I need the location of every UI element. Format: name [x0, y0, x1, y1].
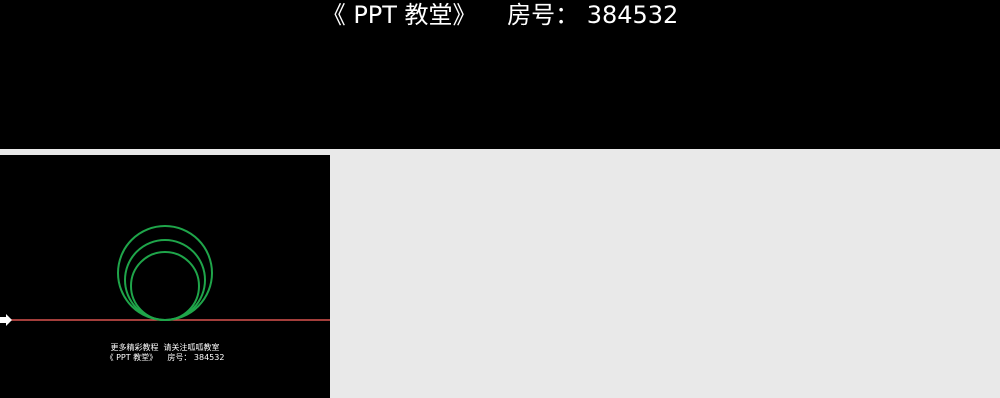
slide-thumbnail[interactable]: 更多精彩教程 请关注呱呱教室 《 PPT 教堂》 房号： 384532: [0, 155, 330, 398]
circle-small: [130, 251, 200, 321]
slide-caption-line-2: 《 PPT 教堂》 房号： 384532: [105, 353, 225, 362]
banner-title: 《 PPT 教堂》 房号： 384532: [321, 1, 679, 29]
slide-caption-line-1: 更多精彩教程 请关注呱呱教室: [110, 343, 220, 352]
top-banner: 《 PPT 教堂》 房号： 384532: [0, 0, 1000, 149]
arrow-right-icon[interactable]: [0, 314, 12, 326]
workspace-canvas[interactable]: [330, 155, 1000, 398]
